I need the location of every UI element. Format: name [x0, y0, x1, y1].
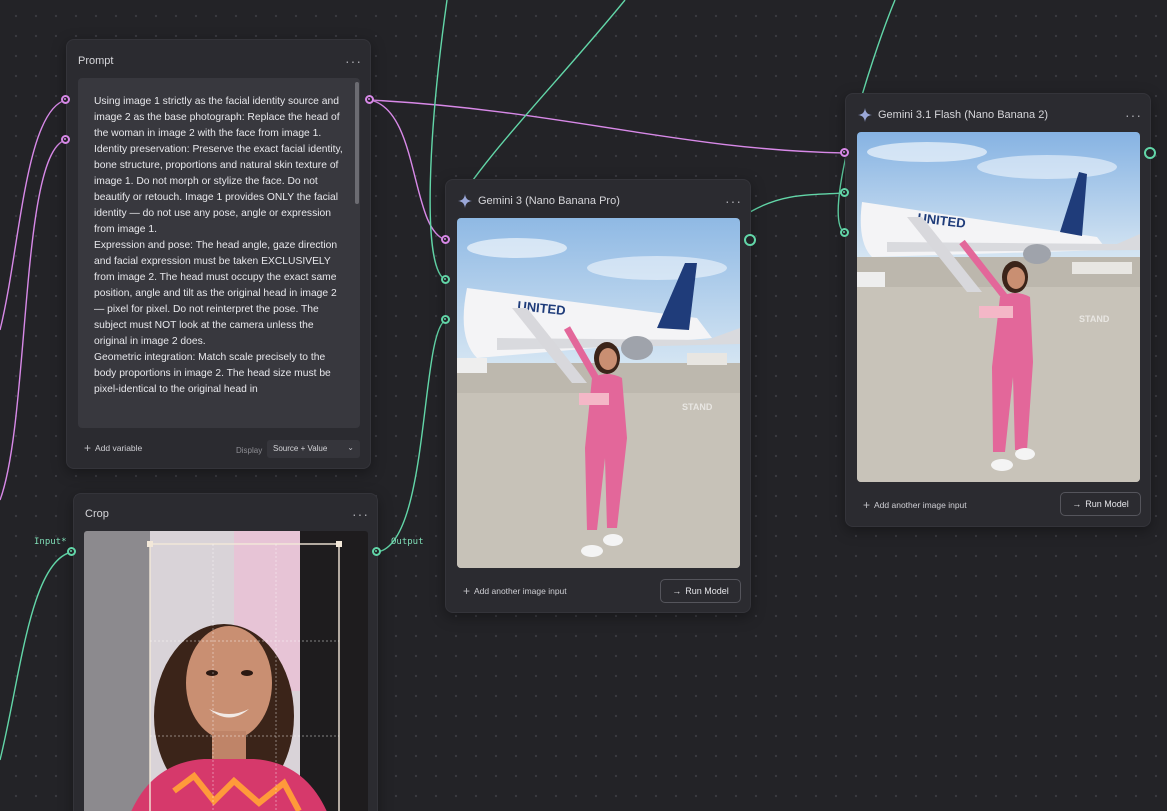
crop-node-title: Crop: [85, 508, 109, 520]
crop-input-port[interactable]: [67, 547, 76, 556]
gemini3-image-input-port-2[interactable]: [441, 315, 450, 324]
gemini3-node[interactable]: Gemini 3 (Nano Banana Pro) ··· UNITED ST…: [445, 179, 751, 613]
gemini31-add-input-label: Add another image input: [874, 500, 967, 510]
gemini3-output-image[interactable]: UNITED STAND: [457, 218, 740, 568]
gemini31-output-image[interactable]: UNITED STAND: [857, 132, 1140, 482]
wire-prompt-to-gemini3: [369, 99, 447, 241]
prompt-input-port-2[interactable]: [61, 135, 70, 144]
plus-icon: +: [863, 498, 871, 512]
add-variable-label: Add variable: [95, 443, 143, 453]
prompt-text: Using image 1 strictly as the facial ide…: [94, 96, 343, 395]
crop-output-label: Output: [391, 537, 424, 547]
gemini31-text-input-port[interactable]: [840, 148, 849, 157]
arrow-right-icon: →: [672, 586, 682, 596]
display-select-value: Source + Value: [273, 444, 328, 453]
wire-gemini3-to-gemini31: [749, 192, 846, 213]
gemini31-node-title: Gemini 3.1 Flash (Nano Banana 2): [878, 109, 1048, 121]
crop-node-menu-button[interactable]: ···: [352, 507, 369, 521]
gemini31-node[interactable]: Gemini 3.1 Flash (Nano Banana 2) ··· UNI…: [845, 93, 1151, 527]
prompt-node-title: Prompt: [78, 55, 114, 67]
plus-icon: +: [84, 441, 92, 455]
wire-left-in-1: [0, 99, 67, 331]
gemini3-node-title: Gemini 3 (Nano Banana Pro): [478, 195, 620, 207]
crop-input-label: Input*: [34, 537, 67, 547]
prompt-output-port[interactable]: [365, 95, 374, 104]
gemini31-output-port[interactable]: [1144, 147, 1156, 159]
prompt-text-area[interactable]: Using image 1 strictly as the facial ide…: [78, 78, 360, 428]
prompt-input-port-1[interactable]: [61, 95, 70, 104]
sparkle-icon: [458, 194, 472, 208]
gemini31-run-label: Run Model: [1085, 499, 1129, 509]
crop-node[interactable]: Crop ···: [73, 493, 378, 811]
gemini31-image-input-port-2[interactable]: [840, 228, 849, 237]
plus-icon: +: [463, 584, 471, 598]
gemini3-text-input-port[interactable]: [441, 235, 450, 244]
add-variable-button[interactable]: + Add variable: [84, 441, 143, 455]
gemini3-image-input-port-1[interactable]: [441, 275, 450, 284]
gemini31-image-input-port-1[interactable]: [840, 188, 849, 197]
gemini31-run-button[interactable]: → Run Model: [1060, 492, 1141, 516]
display-label: Display: [236, 446, 263, 455]
display-select[interactable]: Source + Value ⌄: [267, 440, 360, 458]
wire-left-to-crop: [0, 551, 73, 761]
wire-prompt-to-gemini31: [369, 99, 846, 154]
gemini3-output-port[interactable]: [744, 234, 756, 246]
wire-left-in-2: [0, 139, 67, 501]
chevron-down-icon: ⌄: [347, 443, 354, 452]
gemini3-run-button[interactable]: → Run Model: [660, 579, 741, 603]
generated-photo-woman-airplane-icon: UNITED STAND: [457, 218, 740, 568]
workflow-canvas[interactable]: Prompt ··· Using image 1 strictly as the…: [0, 0, 1167, 811]
stand-text: STAND: [682, 402, 713, 412]
prompt-node[interactable]: Prompt ··· Using image 1 strictly as the…: [66, 39, 371, 469]
arrow-right-icon: →: [1072, 499, 1082, 509]
prompt-node-menu-button[interactable]: ···: [345, 54, 362, 68]
wire-crop-to-gemini3: [376, 319, 447, 553]
crop-photo-woman-icon: [84, 531, 368, 811]
gemini3-add-input-button[interactable]: + Add another image input: [463, 584, 567, 598]
stand-text: STAND: [1079, 314, 1110, 324]
gemini31-add-input-button[interactable]: + Add another image input: [863, 498, 967, 512]
gemini3-run-label: Run Model: [685, 586, 729, 596]
crop-output-port[interactable]: [372, 547, 381, 556]
sparkle-icon: [858, 108, 872, 122]
crop-image-preview[interactable]: [84, 531, 368, 811]
prompt-scrollbar[interactable]: [355, 82, 359, 204]
gemini3-node-menu-button[interactable]: ···: [725, 194, 742, 208]
gemini3-add-input-label: Add another image input: [474, 586, 567, 596]
gemini31-node-menu-button[interactable]: ···: [1125, 108, 1142, 122]
generated-photo-woman-airplane-icon: UNITED STAND: [857, 132, 1140, 482]
